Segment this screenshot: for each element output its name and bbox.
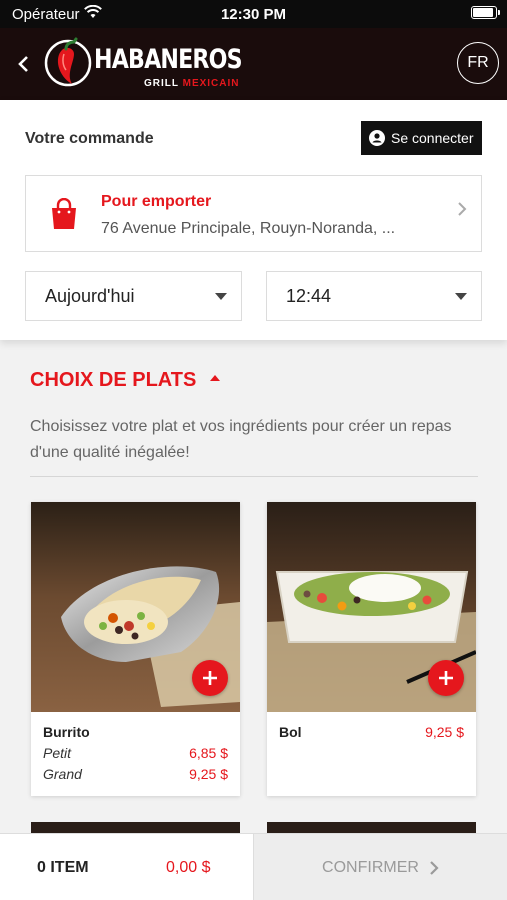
status-bar: Opérateur 12:30 PM — [0, 0, 507, 28]
product-card-burrito[interactable]: Burrito Petit 6,85 $ Grand 9,25 $ — [31, 502, 240, 796]
dropdown-caret-icon — [215, 293, 227, 300]
app-header: HABANEROS GRILL MEXICAIN FR — [0, 28, 507, 100]
shopping-bag-icon — [52, 198, 76, 229]
cart-total: 0,00 $ — [166, 859, 211, 876]
section-title: CHOIX DE PLATS — [30, 369, 197, 391]
size-label: Grand — [43, 766, 82, 782]
product-card-bol[interactable]: Bol 9,25 $ — [267, 502, 476, 796]
section-description: Choisissez votre plat et vos ingrédients… — [30, 418, 452, 461]
size-price: 9,25 $ — [189, 766, 228, 782]
confirm-label: CONFIRMER — [322, 858, 419, 876]
add-burrito-button[interactable] — [192, 660, 228, 696]
add-bowl-button[interactable] — [428, 660, 464, 696]
plus-icon — [439, 671, 453, 685]
chevron-right-icon — [430, 860, 439, 875]
time-select[interactable]: 12:44 — [266, 271, 482, 321]
clock: 12:30 PM — [220, 6, 287, 23]
divider — [30, 476, 478, 477]
product-name: Bol — [279, 724, 302, 740]
login-label: Se connecter — [391, 130, 474, 146]
product-name: Burrito — [43, 724, 90, 740]
collapse-caret-icon — [210, 374, 221, 381]
user-icon — [369, 130, 385, 146]
language-button[interactable]: FR — [457, 42, 499, 84]
section-toggle[interactable]: CHOIX DE PLATS — [30, 369, 221, 392]
chevron-left-icon — [18, 56, 28, 72]
pickup-address: 76 Avenue Principale, Rouyn-Noranda, ... — [101, 220, 396, 237]
back-button[interactable] — [8, 48, 40, 80]
product-price: 9,25 $ — [425, 724, 464, 740]
chevron-right-icon — [458, 202, 467, 216]
brand-tagline: GRILL MEXICAIN — [144, 78, 240, 89]
dropdown-caret-icon — [455, 293, 467, 300]
confirm-button[interactable]: CONFIRMER — [253, 834, 507, 900]
order-title: Votre commande — [25, 130, 154, 147]
habaneros-logo: HABANEROS GRILL MEXICAIN — [44, 34, 243, 94]
size-price: 6,85 $ — [189, 745, 228, 761]
time-value: 12:44 — [286, 286, 332, 306]
order-panel: Votre commande Se connecter Pour emporte… — [0, 100, 507, 340]
brand-name: HABANEROS — [94, 44, 243, 75]
day-select[interactable]: Aujourd'hui — [25, 271, 242, 321]
cart-item-count: 0 ITEM — [37, 859, 89, 876]
plus-icon — [203, 671, 217, 685]
pickup-location-selector[interactable]: Pour emporter 76 Avenue Principale, Rouy… — [25, 175, 482, 252]
chili-pepper-icon — [44, 37, 92, 87]
size-label: Petit — [43, 745, 72, 761]
order-mode-title: Pour emporter — [101, 193, 212, 210]
cart-bar: 0 ITEM 0,00 $ CONFIRMER — [0, 833, 507, 900]
day-value: Aujourd'hui — [45, 286, 135, 306]
battery-icon — [471, 6, 500, 19]
login-button[interactable]: Se connecter — [361, 121, 482, 155]
